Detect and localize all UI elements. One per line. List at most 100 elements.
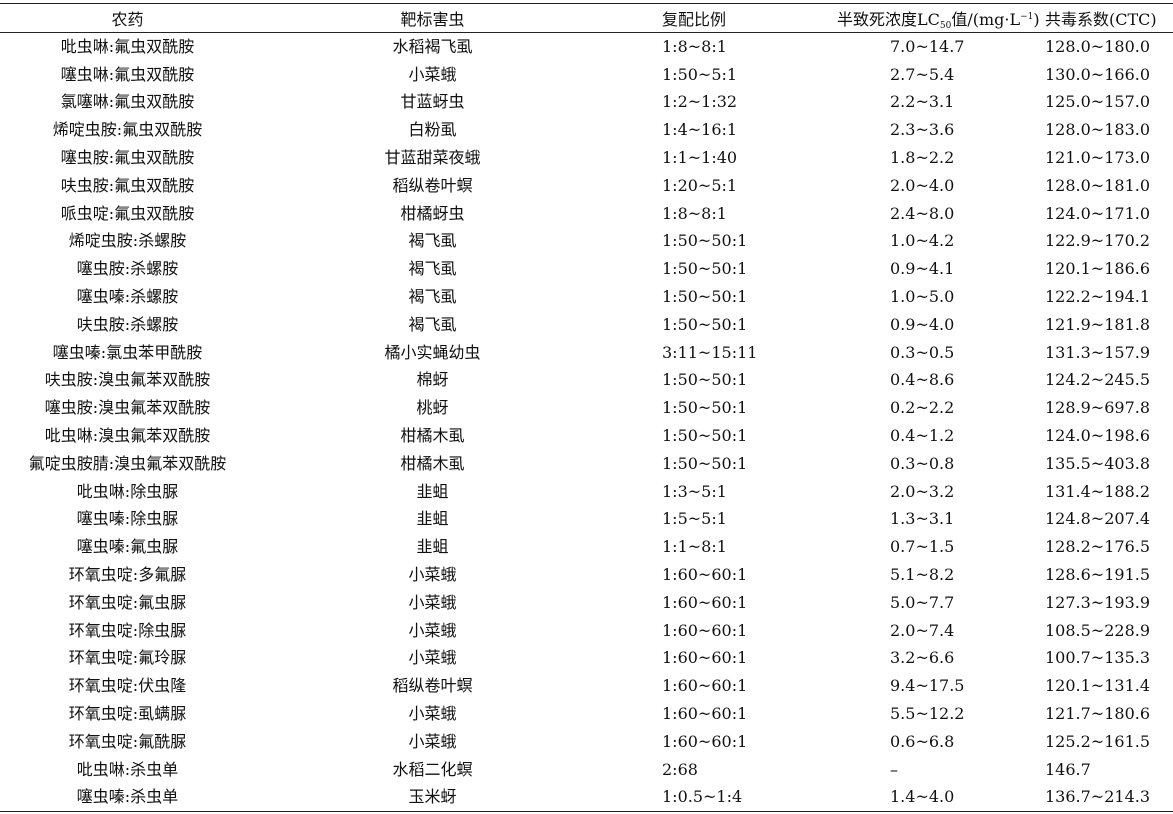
cell-lc50: 2.2~3.1 [890,92,955,112]
cell-mix-ratio: 1:0.5~1:4 [662,787,743,807]
cell-pesticide: 噻虫嗪:氯虫苯甲酰胺 [52,342,203,362]
table-row: 噻虫嗪:杀螺胺 褐飞虱 1:50~50:1 1.0~5.0 122.2~194.1 [0,283,1173,311]
table-row: 噻虫胺:溴虫氟苯双酰胺 桃蚜 1:50~50:1 0.2~2.2 128.9~697.8 [0,394,1173,422]
cell-target-pest: 棉蚜 [416,370,449,390]
cell-target-pest: 桃蚜 [416,398,449,418]
header-lc50: 半致死浓度LC50值/(mg·L−1) [805,4,1045,33]
cell-mix-ratio: 1:4~16:1 [662,120,738,140]
cell-target-pest: 小菜蛾 [408,592,457,612]
header-target-pest: 靶标害虫 [400,10,465,29]
cell-mix-ratio: 1:50~50:1 [662,259,748,279]
cell-lc50: 5.0~7.7 [890,592,955,612]
cell-mix-ratio: 1:1~8:1 [662,537,727,557]
cell-pesticide: 噻虫嗪:除虫脲 [76,509,179,529]
cell-lc50: 0.7~1.5 [890,537,955,557]
cell-mix-ratio: 1:1~1:40 [662,148,738,168]
cell-pesticide: 噻虫啉:氟虫双酰胺 [60,64,195,84]
cell-ctc: 125.2~161.5 [1045,731,1151,751]
table-header-row: 农药 靶标害虫 复配比例 半致死浓度LC50值/(mg·L−1) 共毒系数(CT… [0,3,1173,33]
cell-mix-ratio: 1:60~60:1 [662,731,748,751]
header-lc50-subscript: 50 [939,20,952,31]
cell-lc50: 1.0~4.2 [890,231,955,251]
cell-lc50: 0.3~0.5 [890,342,955,362]
table-row: 氯噻啉:氟虫双酰胺 甘蓝蚜虫 1:2~1:32 2.2~3.1 125.0~157.0 [0,89,1173,117]
cell-lc50: 0.3~0.8 [890,453,955,473]
cell-ctc: 131.3~157.9 [1045,342,1151,362]
cell-ctc: 122.9~170.2 [1045,231,1151,251]
table-row: 呋虫胺:杀螺胺 褐飞虱 1:50~50:1 0.9~4.0 121.9~181.8 [0,311,1173,339]
cell-ctc: 121.7~180.6 [1045,704,1151,724]
table-row: 环氧虫啶:虱螨脲 小菜蛾 1:60~60:1 5.5~12.2 121.7~180.6 [0,700,1173,728]
cell-pesticide: 环氧虫啶:多氟脲 [68,565,187,585]
cell-pesticide: 吡虫啉:溴虫氟苯双酰胺 [44,426,211,446]
cell-ctc: 135.5~403.8 [1045,453,1151,473]
cell-target-pest: 韭蛆 [416,481,449,501]
cell-pesticide: 环氧虫啶:除虫脲 [68,620,187,640]
header-ctc: 共毒系数(CTC) [1045,10,1157,29]
cell-pesticide: 环氧虫啶:虱螨脲 [68,704,187,724]
cell-pesticide: 环氧虫啶:氟酰脲 [68,731,187,751]
cell-ctc: 128.0~183.0 [1045,120,1151,140]
cell-pesticide: 环氧虫啶:伏虫隆 [68,676,187,696]
cell-target-pest: 甘蓝蚜虫 [400,92,465,112]
cell-lc50: 9.4~17.5 [890,676,965,696]
cell-mix-ratio: 1:3~5:1 [662,481,727,501]
cell-ctc: 128.0~180.0 [1045,36,1151,56]
cell-target-pest: 小菜蛾 [408,64,457,84]
cell-mix-ratio: 1:50~50:1 [662,314,748,334]
cell-target-pest: 玉米蚜 [408,787,457,807]
cell-target-pest: 白粉虱 [408,120,457,140]
table-row: 环氧虫啶:多氟脲 小菜蛾 1:60~60:1 5.1~8.2 128.6~191.5 [0,561,1173,589]
cell-target-pest: 褐飞虱 [408,259,457,279]
cell-lc50: 2.7~5.4 [890,64,955,84]
table-row: 哌虫啶:氟虫双酰胺 柑橘蚜虫 1:8~8:1 2.4~8.0 124.0~171.0 [0,200,1173,228]
cell-pesticide: 呋虫胺:溴虫氟苯双酰胺 [44,370,211,390]
compound-toxicity-table: 农药 靶标害虫 复配比例 半致死浓度LC50值/(mg·L−1) 共毒系数(CT… [0,3,1173,812]
cell-pesticide: 环氧虫啶:氟玲脲 [68,648,187,668]
header-lc50-suffix: ) [1033,9,1040,29]
cell-ctc: 128.0~181.0 [1045,175,1151,195]
cell-target-pest: 柑橘木虱 [400,453,465,473]
cell-lc50: 0.9~4.1 [890,259,955,279]
cell-lc50: 2.0~7.4 [890,620,955,640]
table-row: 噻虫胺:杀螺胺 褐飞虱 1:50~50:1 0.9~4.1 120.1~186.6 [0,255,1173,283]
cell-ctc: 128.6~191.5 [1045,565,1151,585]
cell-mix-ratio: 1:60~60:1 [662,620,748,640]
cell-lc50: 0.6~6.8 [890,731,955,751]
table-row: 吡虫啉:氟虫双酰胺 水稻褐飞虱 1:8~8:1 7.0~14.7 128.0~180.0 [0,33,1173,61]
cell-target-pest: 小菜蛾 [408,731,457,751]
cell-pesticide: 呋虫胺:氟虫双酰胺 [60,175,195,195]
cell-mix-ratio: 1:20~5:1 [662,175,738,195]
cell-mix-ratio: 1:8~8:1 [662,36,727,56]
cell-pesticide: 烯啶虫胺:杀螺胺 [68,231,187,251]
cell-target-pest: 柑橘蚜虫 [400,203,465,223]
table-row: 噻虫胺:氟虫双酰胺 甘蓝甜菜夜蛾 1:1~1:40 1.8~2.2 121.0~173.… [0,144,1173,172]
cell-mix-ratio: 1:5~5:1 [662,509,727,529]
cell-mix-ratio: 2:68 [662,759,698,779]
cell-pesticide: 烯啶虫胺:氟虫双酰胺 [52,120,203,140]
cell-ctc: 146.7 [1045,759,1091,779]
cell-ctc: 100.7~135.3 [1045,648,1151,668]
cell-target-pest: 水稻褐飞虱 [392,36,473,56]
cell-pesticide: 噻虫嗪:杀螺胺 [76,287,179,307]
header-pesticide: 农药 [111,10,144,29]
cell-lc50: 2.3~3.6 [890,120,955,140]
cell-mix-ratio: 1:50~50:1 [662,370,748,390]
cell-lc50: 1.3~3.1 [890,509,955,529]
cell-ctc: 120.1~186.6 [1045,259,1151,279]
cell-lc50: 1.4~4.0 [890,787,955,807]
cell-mix-ratio: 1:60~60:1 [662,592,748,612]
cell-mix-ratio: 1:50~5:1 [662,64,738,84]
cell-ctc: 130.0~166.0 [1045,64,1151,84]
cell-lc50: 2.4~8.0 [890,203,955,223]
cell-mix-ratio: 1:50~50:1 [662,426,748,446]
cell-target-pest: 韭蛆 [416,509,449,529]
table-row: 吡虫啉:除虫脲 韭蛆 1:3~5:1 2.0~3.2 131.4~188.2 [0,478,1173,506]
cell-pesticide: 噻虫胺:溴虫氟苯双酰胺 [44,398,211,418]
cell-ctc: 121.9~181.8 [1045,314,1151,334]
cell-ctc: 128.2~176.5 [1045,537,1151,557]
table-row: 噻虫嗪:除虫脲 韭蛆 1:5~5:1 1.3~3.1 124.8~207.4 [0,506,1173,534]
cell-mix-ratio: 3:11~15:11 [662,342,758,362]
table-row: 环氧虫啶:氟虫脲 小菜蛾 1:60~60:1 5.0~7.7 127.3~193.9 [0,589,1173,617]
table-row: 吡虫啉:杀虫单 水稻二化螟 2:68 – 146.7 [0,756,1173,784]
